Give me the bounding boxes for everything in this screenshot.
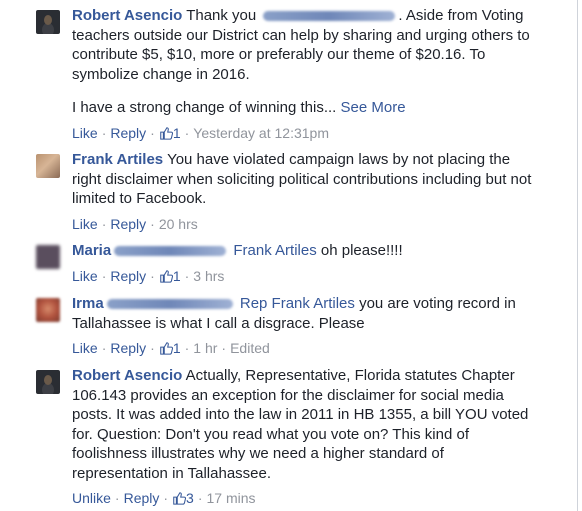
like-count[interactable]: 1 xyxy=(173,125,181,141)
scroll-divider xyxy=(577,0,578,511)
comment-text-second: I have a strong change of winning this..… xyxy=(72,99,337,116)
reply-button[interactable]: Reply xyxy=(110,340,146,356)
comment-actions: Like · Reply · 20 hrs xyxy=(72,215,198,232)
comment-text-lead: Thank you xyxy=(186,7,257,24)
redacted-name xyxy=(106,299,233,310)
reply-button[interactable]: Reply xyxy=(110,216,146,232)
comment-author[interactable]: Robert Asencio xyxy=(72,7,182,24)
thumbs-up-icon[interactable] xyxy=(159,126,173,140)
thumbs-up-icon[interactable] xyxy=(172,491,187,505)
edited-label[interactable]: Edited xyxy=(230,340,270,356)
comment-text: Robert Asencio Actually, Representative,… xyxy=(72,366,542,483)
comment-author[interactable]: Frank Artiles xyxy=(72,151,163,168)
thumbs-up-icon[interactable] xyxy=(159,341,173,355)
like-count[interactable]: 1 xyxy=(173,268,181,284)
comment-author[interactable]: Robert Asencio xyxy=(72,367,182,384)
reply-button[interactable]: Reply xyxy=(124,490,160,506)
comment-thread: Robert Asencio Thank you . Aside from Vo… xyxy=(0,0,582,511)
comment-timestamp[interactable]: Yesterday at 12:31pm xyxy=(193,125,329,141)
like-count[interactable]: 1 xyxy=(173,340,181,356)
comment-body: Irma Rep Frank Artiles you are voting re… xyxy=(72,294,542,357)
comment-paragraph: I have a strong change of winning this..… xyxy=(72,98,542,118)
thumbs-up-icon[interactable] xyxy=(159,269,173,283)
comment-mention[interactable]: Rep Frank Artiles xyxy=(240,295,355,312)
avatar[interactable] xyxy=(36,298,60,322)
avatar[interactable] xyxy=(36,370,60,394)
comment-text: Robert Asencio Thank you . Aside from Vo… xyxy=(72,6,542,84)
avatar[interactable] xyxy=(36,10,60,34)
comment-mention[interactable]: Frank Artiles xyxy=(233,242,316,259)
reply-button[interactable]: Reply xyxy=(110,125,146,141)
comment-timestamp[interactable]: 17 mins xyxy=(207,490,256,506)
like-button[interactable]: Like xyxy=(72,340,98,356)
redacted-name xyxy=(114,246,227,257)
like-count[interactable]: 3 xyxy=(186,490,194,506)
unlike-button[interactable]: Unlike xyxy=(72,490,111,506)
comment-timestamp[interactable]: 20 hrs xyxy=(159,216,198,232)
comment-text: Frank Artiles You have violated campaign… xyxy=(72,150,542,209)
comment-text: Maria Frank Artiles oh please!!!! xyxy=(72,241,542,261)
like-button[interactable]: Like xyxy=(72,216,98,232)
comment-timestamp[interactable]: 1 hr xyxy=(193,340,217,356)
redacted-name xyxy=(263,11,396,22)
reply-button[interactable]: Reply xyxy=(110,268,146,284)
comment-actions: Like · Reply · 1 · 1 hr · Edited xyxy=(72,340,270,356)
avatar[interactable] xyxy=(36,154,60,178)
comment-body: Robert Asencio Thank you . Aside from Vo… xyxy=(72,6,542,142)
comment-text-body: oh please!!!! xyxy=(320,242,403,259)
like-button[interactable]: Like xyxy=(72,268,98,284)
comment-author[interactable]: Maria xyxy=(72,242,111,259)
see-more-link[interactable]: See More xyxy=(341,99,406,116)
avatar[interactable] xyxy=(36,245,60,269)
comment-actions: Like · Reply · 1 · Yesterday at 12:31pm xyxy=(72,124,329,141)
comment-actions: Like · Reply · 1 · 3 hrs xyxy=(72,267,225,284)
comment-text-body: Actually, Representative, Florida statut… xyxy=(72,367,529,482)
comment-body: Robert Asencio Actually, Representative,… xyxy=(72,366,542,507)
comment-author[interactable]: Irma xyxy=(72,295,104,312)
comment-body: Frank Artiles You have violated campaign… xyxy=(72,150,542,233)
comment-text: Irma Rep Frank Artiles you are voting re… xyxy=(72,294,542,333)
comment-timestamp[interactable]: 3 hrs xyxy=(193,268,224,284)
comment-body: Maria Frank Artiles oh please!!!! Like · R… xyxy=(72,241,542,285)
like-button[interactable]: Like xyxy=(72,125,98,141)
comment-actions: Unlike · Reply · 3 · 17 mins xyxy=(72,490,256,506)
